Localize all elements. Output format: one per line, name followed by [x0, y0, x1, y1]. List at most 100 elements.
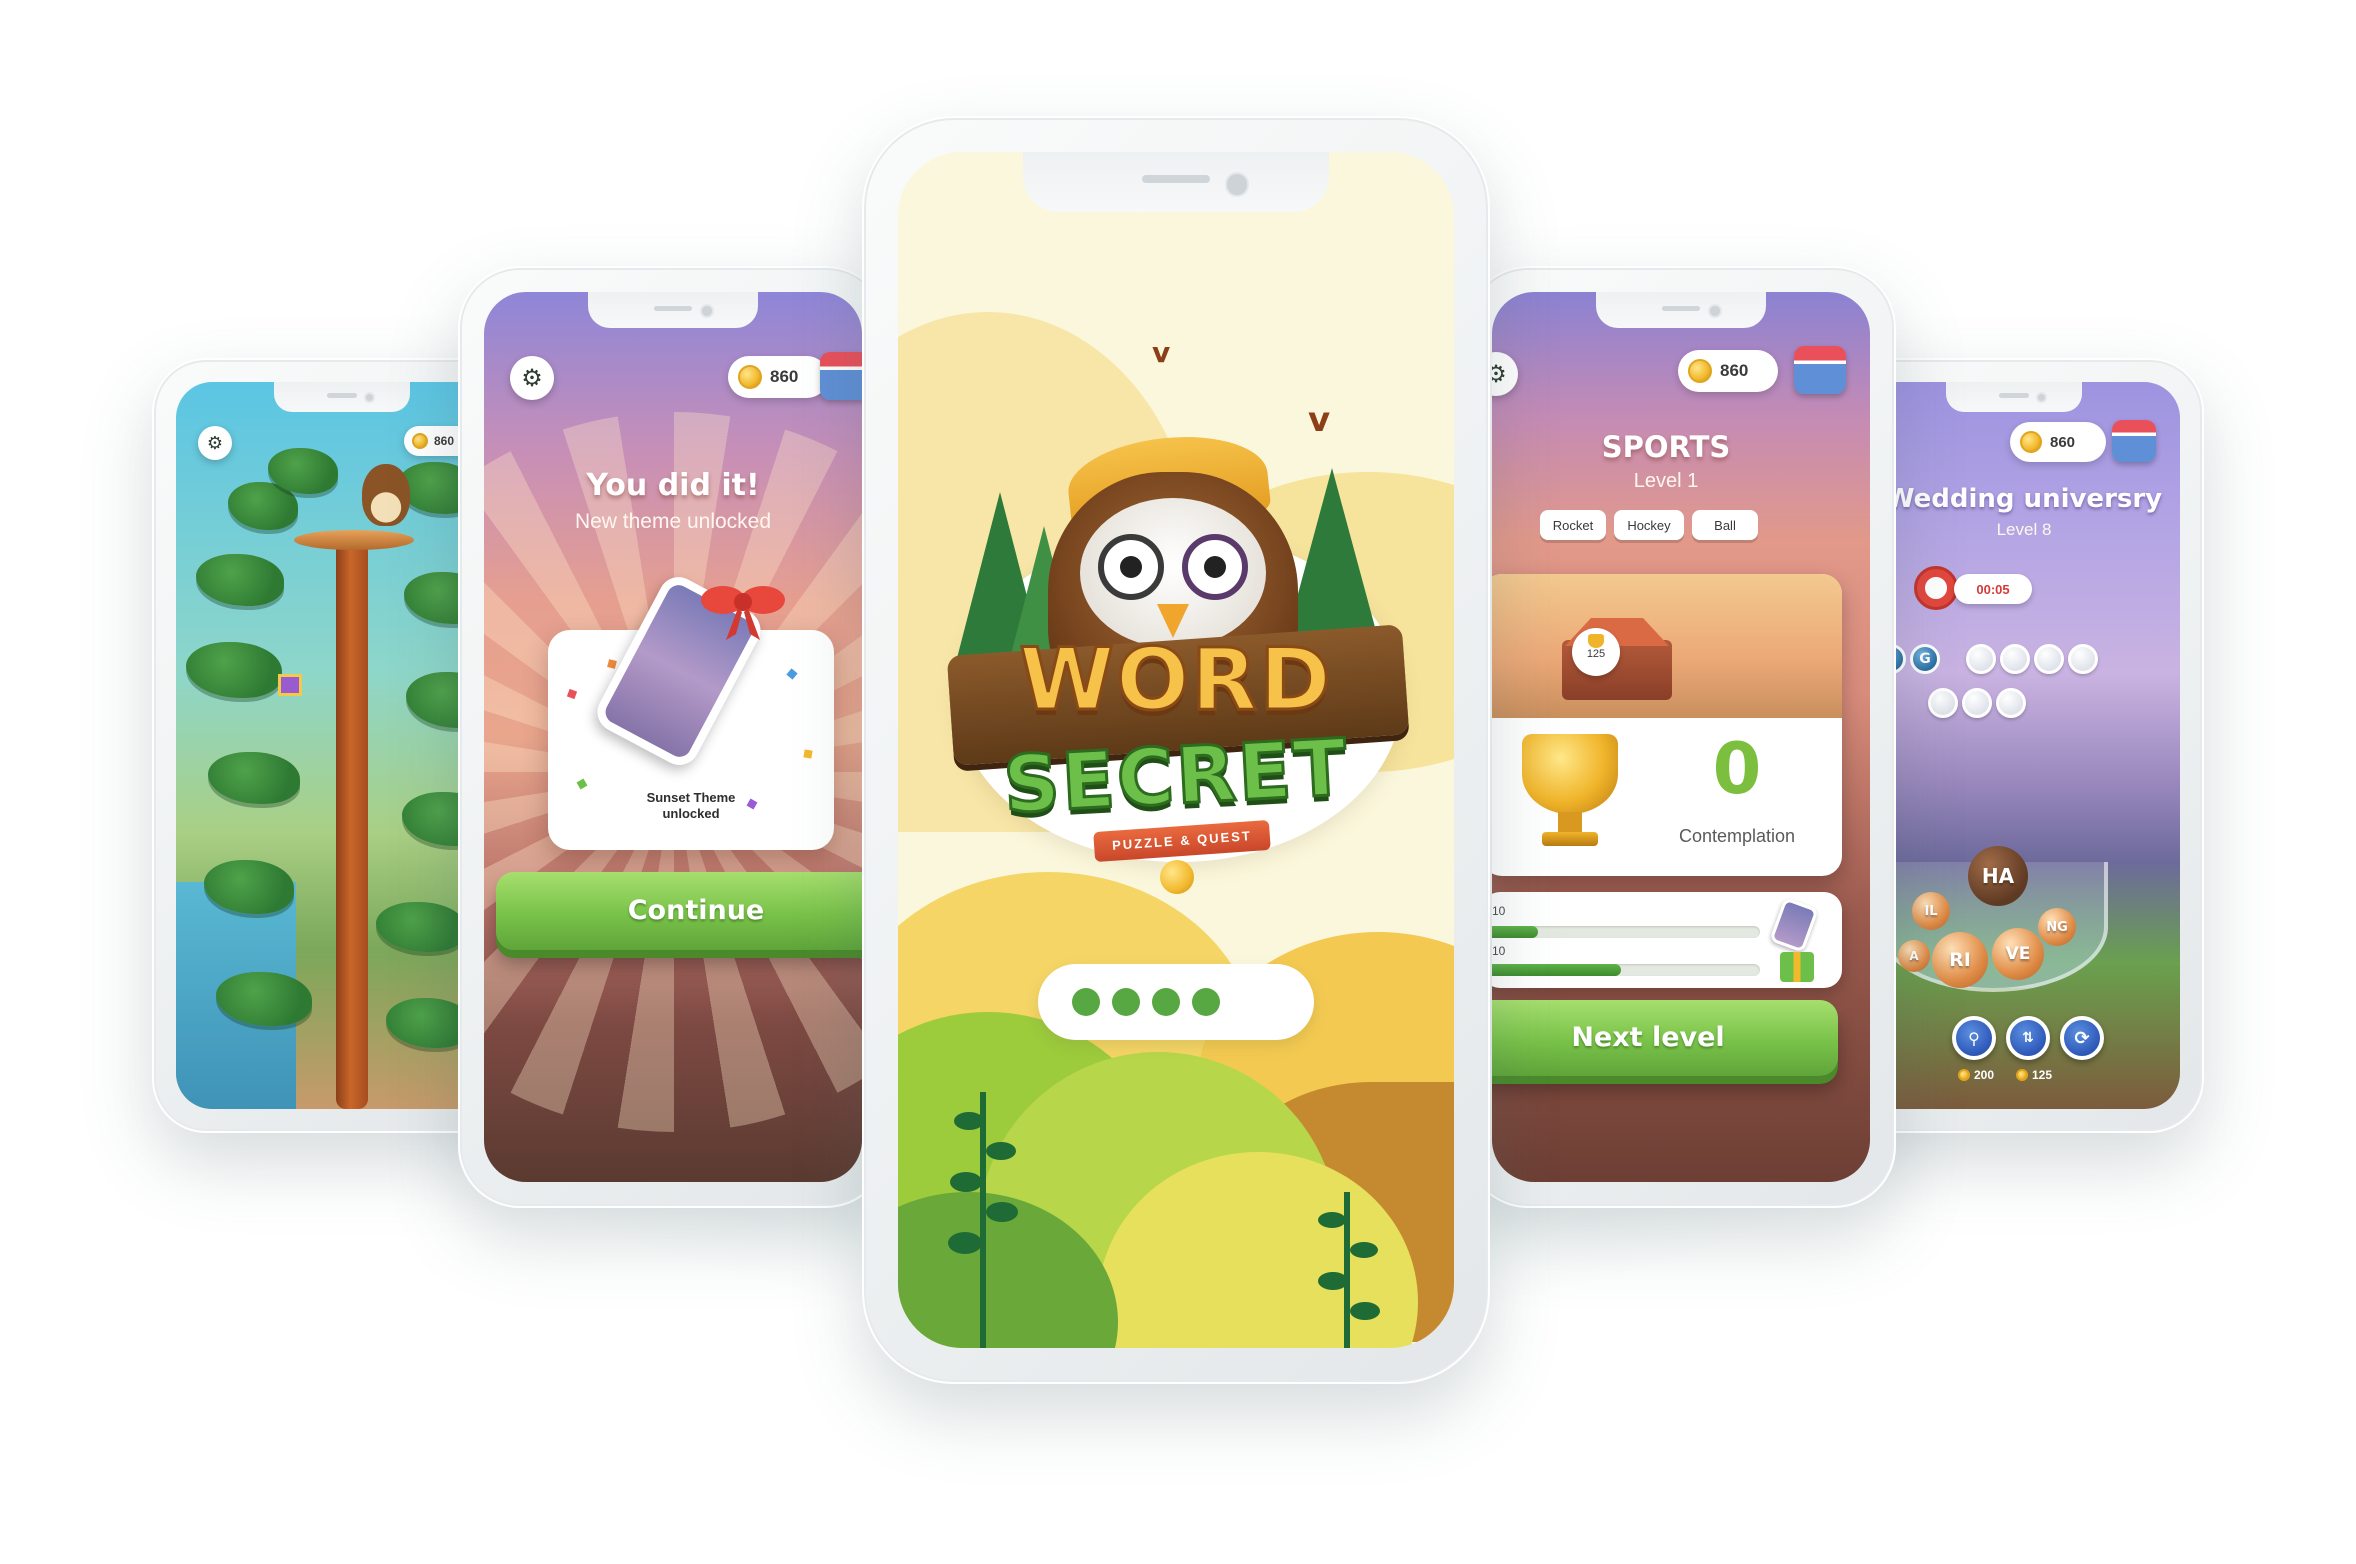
- shop-icon[interactable]: [820, 352, 862, 400]
- empty-tile: [1928, 688, 1958, 718]
- shop-icon[interactable]: [2112, 420, 2156, 462]
- rank-label: Contemplation: [1678, 826, 1796, 846]
- coin-count: 860: [770, 367, 799, 386]
- settings-button[interactable]: ⚙: [1492, 352, 1518, 396]
- bird-icon: v: [1308, 400, 1331, 440]
- fern-leaf: [986, 1142, 1016, 1160]
- coin-icon: [1688, 359, 1712, 383]
- wedding-level-screen: ⚙ 860 Wedding universry Level 8 00:05 I …: [1848, 382, 2180, 1109]
- letter-bubble[interactable]: IL: [1912, 892, 1950, 930]
- trophy-badge: 125: [1572, 628, 1620, 676]
- gift-icon: [278, 674, 302, 696]
- letter-bubble[interactable]: A: [1898, 940, 1930, 972]
- bow-icon: [701, 586, 785, 640]
- refresh-button[interactable]: ⟳: [2060, 1016, 2104, 1060]
- trophy-base: [1542, 832, 1598, 846]
- letter-bubble[interactable]: NG: [2038, 908, 2076, 946]
- phone-notch: [588, 292, 758, 328]
- continue-button[interactable]: Continue: [496, 872, 862, 950]
- leaf-cluster: [208, 752, 300, 804]
- found-word: Rocket: [1540, 510, 1606, 540]
- search-button[interactable]: ⚲: [1952, 1016, 1996, 1060]
- letter-bubble[interactable]: HA: [1968, 846, 2028, 906]
- next-level-button[interactable]: Next level: [1492, 1000, 1838, 1076]
- loading-dot: [1112, 988, 1140, 1016]
- letter-tile: G: [1910, 644, 1940, 674]
- coin-counter: 860: [728, 356, 828, 398]
- progress-card: 2/10 5/10: [1492, 892, 1842, 988]
- logo-word-top: WORD: [1018, 629, 1333, 732]
- level-number: Level 8: [1996, 520, 2052, 539]
- fern-leaf: [1318, 1272, 1348, 1290]
- shop-icon[interactable]: [1794, 346, 1846, 394]
- gift-icon: [1780, 952, 1814, 982]
- phone-notch: [1596, 292, 1766, 328]
- coin-counter: 860: [2010, 422, 2106, 462]
- phone-notch: [1946, 382, 2082, 412]
- progress-track: [1492, 926, 1760, 938]
- settings-button[interactable]: ⚙: [198, 426, 232, 460]
- letter-bubble[interactable]: RI: [1932, 932, 1988, 988]
- coin-burst: [1160, 860, 1194, 894]
- coin-icon: [2016, 1069, 2028, 1081]
- hint-price: 125: [2016, 1068, 2052, 1082]
- loading-dot: [1072, 988, 1100, 1016]
- progress-fill: [1492, 964, 1621, 976]
- shuffle-button[interactable]: ⇅: [2006, 1016, 2050, 1060]
- nest-platform: [294, 530, 414, 550]
- gear-icon: ⚙: [1492, 360, 1507, 388]
- loading-indicator: [1038, 964, 1314, 1040]
- theme-unlocked-screen: ⚙ 860 You did it! New theme unlocked Sun…: [484, 292, 862, 1182]
- fern-plant: [980, 1092, 986, 1348]
- coin-count: 860: [1720, 361, 1749, 380]
- coin-count: 860: [434, 434, 455, 448]
- category-title: SPORTS: [1601, 430, 1731, 464]
- coin-icon: [412, 433, 428, 449]
- loading-dot: [1192, 988, 1220, 1016]
- trophy-count: 125: [1586, 648, 1606, 660]
- gear-icon: ⚙: [206, 432, 224, 454]
- level-number: Level 1: [1633, 470, 1699, 492]
- trophy-mini-icon: [1588, 634, 1604, 648]
- leaf-cluster: [196, 554, 284, 606]
- owl-icon: [362, 464, 410, 526]
- empty-tile: [2034, 644, 2064, 674]
- gear-icon: ⚙: [521, 364, 543, 392]
- empty-tile: [1962, 688, 1992, 718]
- progress-label: 5/10: [1492, 944, 1506, 958]
- phone-splash: v v WORD SECRET PUZZLE & QUEST: [862, 116, 1490, 1384]
- search-icon: ⚲: [1968, 1028, 1980, 1048]
- fern-leaf: [948, 1232, 982, 1254]
- level-title: Wedding universry: [1885, 484, 2163, 514]
- score-value: 0: [1712, 728, 1762, 810]
- empty-tile: [2068, 644, 2098, 674]
- found-word: Hockey: [1614, 510, 1684, 540]
- owl-pupil: [1120, 556, 1142, 578]
- success-title: You did it!: [586, 468, 760, 503]
- leaf-cluster: [186, 642, 282, 698]
- coin-icon: [2020, 431, 2042, 453]
- splash-screen: v v WORD SECRET PUZZLE & QUEST: [898, 152, 1454, 1348]
- shuffle-icon: ⇅: [2022, 1030, 2034, 1046]
- leaf-cluster: [376, 902, 466, 952]
- coin-counter: 860: [1678, 350, 1778, 392]
- success-subtitle: New theme unlocked: [574, 510, 772, 533]
- letter-bubble[interactable]: VE: [1992, 928, 2044, 980]
- hint-price: 200: [1958, 1068, 1994, 1082]
- empty-tile: [1996, 688, 2026, 718]
- tree-trunk: [336, 532, 368, 1109]
- level-complete-screen: ⚙ 860 SPORTS Level 1 Rocket Hockey Ball …: [1492, 292, 1870, 1182]
- timer: 00:05: [1954, 574, 2032, 604]
- loading-dot: [1152, 988, 1180, 1016]
- progress-label: 2/10: [1492, 904, 1506, 918]
- bird-icon: v: [1152, 336, 1171, 369]
- coin-icon: [738, 365, 762, 389]
- phone-notch: [274, 382, 410, 412]
- fern-leaf: [950, 1172, 982, 1192]
- fern-leaf: [1350, 1242, 1378, 1258]
- phone-notch: [1023, 152, 1329, 212]
- trophy-icon: [1522, 734, 1618, 814]
- phone-level-complete: ⚙ 860 SPORTS Level 1 Rocket Hockey Ball …: [1466, 266, 1896, 1208]
- empty-tile: [2000, 644, 2030, 674]
- settings-button[interactable]: ⚙: [510, 356, 554, 400]
